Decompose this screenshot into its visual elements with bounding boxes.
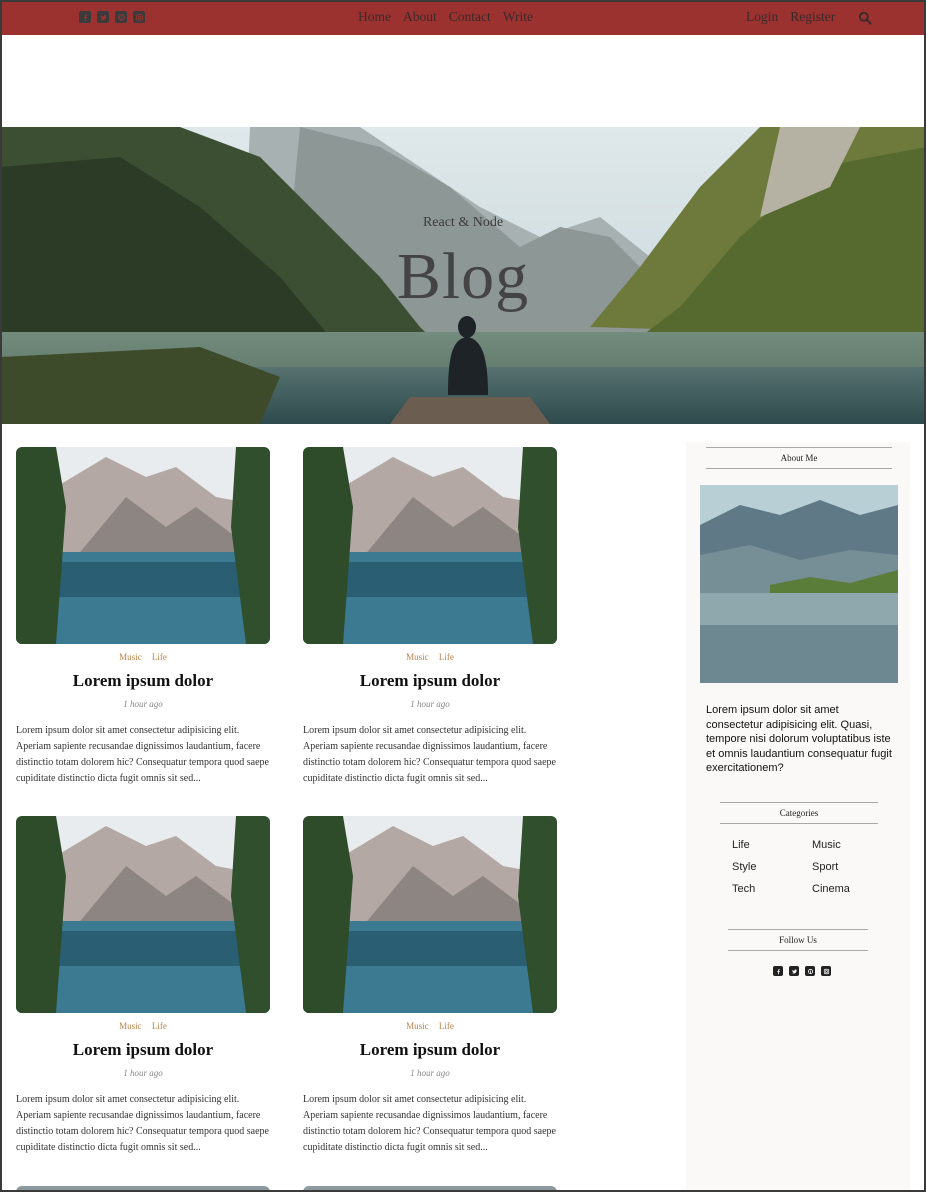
post-categories: Music Life [303, 1021, 557, 1031]
post-card: Music Life Lorem ipsum dolor 1 hour ago … [303, 816, 557, 1156]
about-text: Lorem ipsum dolor sit amet consectetur a… [706, 704, 892, 774]
post-image[interactable] [16, 816, 270, 1013]
about-image [700, 485, 898, 683]
main-nav: Home About Contact Write [358, 9, 533, 25]
post-categories: Music Life [16, 1021, 270, 1031]
post-image[interactable] [16, 447, 270, 644]
post-title[interactable]: Lorem ipsum dolor [303, 671, 557, 691]
post-category-link[interactable]: Music [119, 652, 142, 662]
post-date: 1 hour ago [123, 1068, 163, 1078]
post-excerpt: Lorem ipsum dolor sit amet consectetur a… [16, 1094, 269, 1153]
post-category-link[interactable]: Music [406, 652, 429, 662]
hero-title: Blog [396, 240, 530, 313]
post-title[interactable]: Lorem ipsum dolor [16, 1040, 270, 1060]
about-title: About Me [706, 447, 892, 469]
pinterest-square-icon[interactable] [115, 11, 127, 23]
category-link-cinema[interactable]: Cinema [812, 883, 872, 895]
post-excerpt: Lorem ipsum dolor sit amet consectetur a… [16, 725, 269, 784]
post-category-link[interactable]: Music [406, 1021, 429, 1031]
post-categories: Music Life [16, 652, 270, 662]
post-title[interactable]: Lorem ipsum dolor [16, 671, 270, 691]
nav-link-contact[interactable]: Contact [449, 9, 491, 25]
post-image-partial [16, 1186, 270, 1192]
pinterest-square-icon[interactable] [805, 966, 815, 976]
facebook-square-icon[interactable] [79, 11, 91, 23]
nav-link-write[interactable]: Write [503, 9, 533, 25]
category-link-tech[interactable]: Tech [732, 883, 812, 895]
sidebar: About Me Lorem ipsum dolor sit amet cons… [686, 442, 910, 1192]
category-link-sport[interactable]: Sport [812, 861, 872, 873]
login-link[interactable]: Login [746, 9, 778, 25]
post-categories: Music Life [303, 652, 557, 662]
register-link[interactable]: Register [790, 9, 835, 25]
post-excerpt: Lorem ipsum dolor sit amet consectetur a… [303, 725, 556, 784]
twitter-square-icon[interactable] [97, 11, 109, 23]
nav-link-about[interactable]: About [403, 9, 437, 25]
category-link-music[interactable]: Music [812, 839, 872, 851]
auth-links: Login Register [746, 9, 835, 25]
hero-subtitle: React & Node [422, 215, 504, 230]
category-link-style[interactable]: Style [732, 861, 812, 873]
instagram-square-icon[interactable] [821, 966, 831, 976]
instagram-square-icon[interactable] [133, 11, 145, 23]
twitter-square-icon[interactable] [789, 966, 799, 976]
facebook-square-icon[interactable] [773, 966, 783, 976]
category-link-life[interactable]: Life [732, 839, 812, 851]
post-card: Music Life Lorem ipsum dolor 1 hour ago … [16, 816, 270, 1156]
post-image[interactable] [303, 447, 557, 644]
post-category-link[interactable]: Life [439, 652, 454, 662]
search-icon[interactable] [858, 11, 872, 25]
post-card: Music Life Lorem ipsum dolor 1 hour ago … [16, 447, 270, 787]
nav-link-home[interactable]: Home [358, 9, 391, 25]
post-category-link[interactable]: Life [439, 1021, 454, 1031]
post-category-link[interactable]: Music [119, 1021, 142, 1031]
post-date: 1 hour ago [123, 699, 163, 709]
post-excerpt: Lorem ipsum dolor sit amet consectetur a… [303, 1094, 556, 1153]
follow-title: Follow Us [728, 929, 868, 951]
post-title[interactable]: Lorem ipsum dolor [303, 1040, 557, 1060]
post-date: 1 hour ago [410, 1068, 450, 1078]
category-list: Life Music Style Sport Tech Cinema [732, 839, 872, 895]
top-bar: Home About Contact Write Login Register [0, 0, 926, 35]
categories-title: Categories [720, 802, 878, 824]
post-category-link[interactable]: Life [152, 1021, 167, 1031]
social-links [79, 11, 145, 23]
post-image-partial [303, 1186, 557, 1192]
post-date: 1 hour ago [410, 699, 450, 709]
post-category-link[interactable]: Life [152, 652, 167, 662]
hero-banner: React & Node Blog [0, 127, 926, 424]
post-image[interactable] [303, 816, 557, 1013]
post-card: Music Life Lorem ipsum dolor 1 hour ago … [303, 447, 557, 787]
follow-icons [773, 966, 831, 976]
